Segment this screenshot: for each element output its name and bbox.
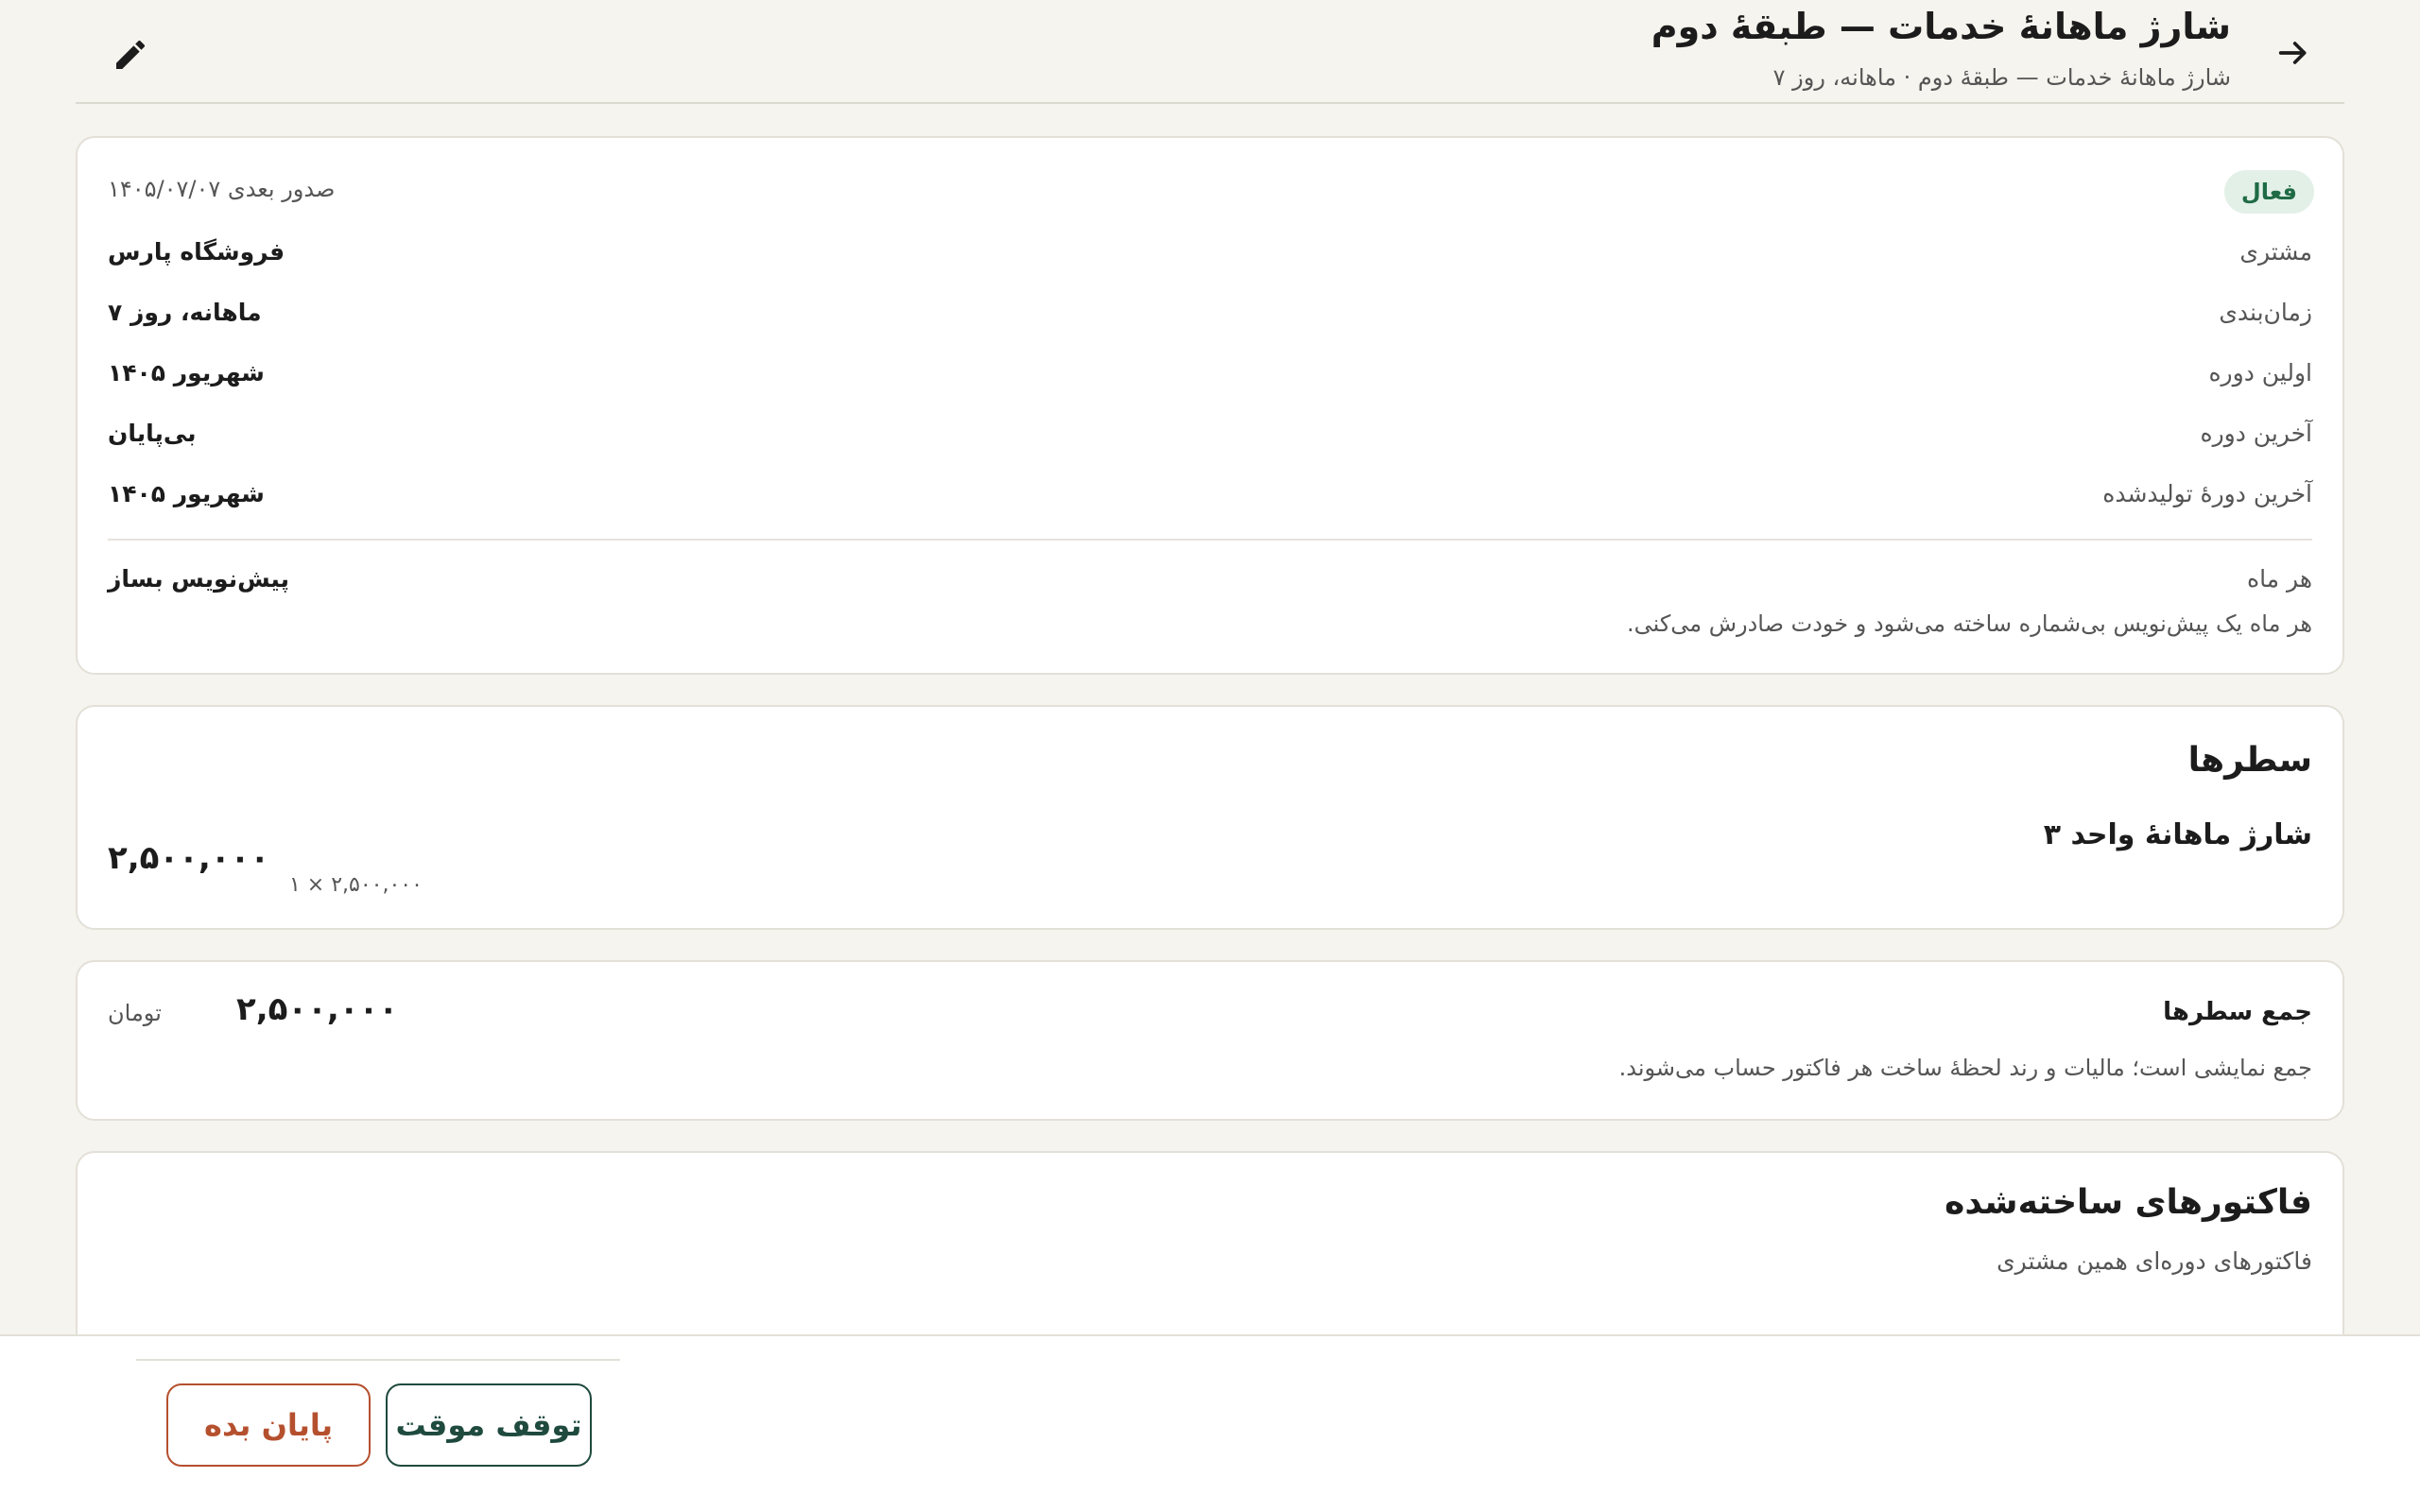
line-item-name: شارژ ماهانهٔ واحد ۳ (2043, 818, 2312, 851)
action-bar: توقف موقت پایان بده (0, 1334, 2420, 1512)
mode-hint: هر ماه یک پیش‌نویس بی‌شماره ساخته می‌شود… (1626, 610, 2312, 637)
edit-button[interactable] (104, 28, 157, 81)
customer-label: مشتری (2239, 238, 2312, 266)
currency-label: تومان (108, 1000, 162, 1026)
status-badge: فعال (2223, 170, 2314, 214)
total-label: جمع سطرها (2163, 998, 2312, 1026)
page-subtitle: شارژ ماهانهٔ خدمات — طبقهٔ دوم · ماهانه،… (1772, 64, 2231, 91)
pause-button[interactable]: توقف موقت (386, 1383, 592, 1467)
lines-card: سطرها شارژ ماهانهٔ واحد ۳ ۲,۵۰۰,۰۰۰ ۱ × … (76, 705, 2344, 930)
mode-label: هر ماه (2246, 565, 2312, 593)
total-amount: ۲,۵۰۰,۰۰۰ (236, 990, 399, 1028)
total-card: جمع سطرها ۲,۵۰۰,۰۰۰ تومان جمع نمایشی است… (76, 960, 2344, 1121)
first-period-label: اولین دوره (2208, 359, 2312, 387)
page-title: شارژ ماهانهٔ خدمات — طبقهٔ دوم (1651, 6, 2231, 47)
first-period-value: شهریور ۱۴۰۵ (108, 359, 265, 387)
last-period-value: بی‌پایان (108, 420, 197, 447)
lines-title: سطرها (2187, 741, 2312, 780)
summary-card: فعال صدور بعدی ۱۴۰۵/۰۷/۰۷ مشتری فروشگاه … (76, 136, 2344, 675)
last-generated-label: آخرین دورهٔ تولیدشده (2102, 480, 2312, 507)
invoices-subtitle: فاکتورهای دوره‌ای همین مشتری (1996, 1247, 2312, 1275)
last-period-label: آخرین دوره (2200, 420, 2312, 447)
action-bar-divider (136, 1359, 620, 1361)
next-issue-date: صدور بعدی ۱۴۰۵/۰۷/۰۷ (108, 176, 336, 202)
customer-value: فروشگاه پارس (108, 238, 285, 266)
schedule-label: زمان‌بندی (2219, 299, 2312, 326)
end-button[interactable]: پایان بده (166, 1383, 371, 1467)
arrow-right-icon (2278, 42, 2307, 64)
mode-value: پیش‌نویس بساز (108, 565, 290, 593)
invoices-title: فاکتورهای ساخته‌شده (1945, 1183, 2312, 1222)
top-bar: شارژ ماهانهٔ خدمات — طبقهٔ دوم شارژ ماها… (76, 0, 2344, 104)
last-generated-value: شهریور ۱۴۰۵ (108, 480, 265, 507)
schedule-value: ماهانه، روز ۷ (108, 299, 262, 326)
line-item-amount: ۲,۵۰۰,۰۰۰ (108, 839, 270, 877)
summary-divider (108, 539, 2312, 541)
pencil-icon (116, 40, 146, 69)
total-note: جمع نمایشی است؛ مالیات و رند لحظهٔ ساخت … (1618, 1055, 2312, 1081)
back-button[interactable] (2263, 28, 2324, 77)
line-item-detail: ۱ × ۲,۵۰۰,۰۰۰ (289, 873, 423, 897)
